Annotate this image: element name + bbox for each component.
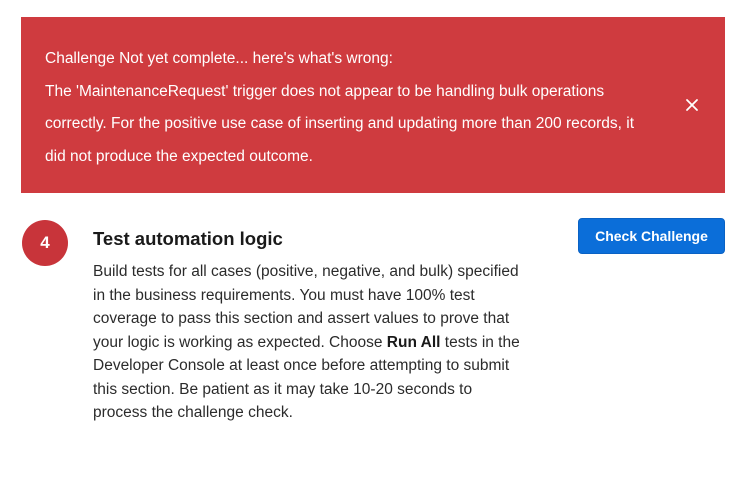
step-description: Build tests for all cases (positive, neg… — [93, 260, 563, 425]
step-number-badge: 4 — [22, 220, 68, 266]
check-challenge-button[interactable]: Check Challenge — [578, 218, 725, 254]
challenge-page: Challenge Not yet complete... here's wha… — [0, 0, 743, 480]
close-icon — [686, 99, 698, 111]
error-message-line: correctly. For the positive use case of … — [45, 115, 635, 132]
description-line: this section. Be patient as it may take … — [93, 380, 473, 398]
step-title: Test automation logic — [93, 228, 283, 249]
close-button[interactable] — [682, 95, 702, 115]
description-line: coverage to pass this section and assert… — [93, 310, 510, 327]
description-line: Build tests for all cases (positive, neg… — [93, 263, 519, 280]
description-text: your logic is working as expected. Choos… — [93, 333, 387, 351]
description-line: your logic is working as expected. Choos… — [93, 331, 563, 355]
description-line: process the challenge check. — [93, 404, 293, 421]
error-message-line: The 'MaintenanceRequest' trigger does no… — [45, 82, 605, 100]
error-banner: Challenge Not yet complete... here's wha… — [21, 17, 725, 193]
run-all-emphasis: Run All — [386, 333, 441, 351]
description-line: in the business requirements. You must h… — [93, 286, 475, 304]
description-text: tests in the — [440, 333, 520, 351]
description-line: Developer Console at least once before a… — [93, 357, 510, 374]
error-message-line: did not produce the expected outcome. — [45, 147, 313, 165]
error-heading: Challenge Not yet complete... here's wha… — [45, 50, 393, 67]
